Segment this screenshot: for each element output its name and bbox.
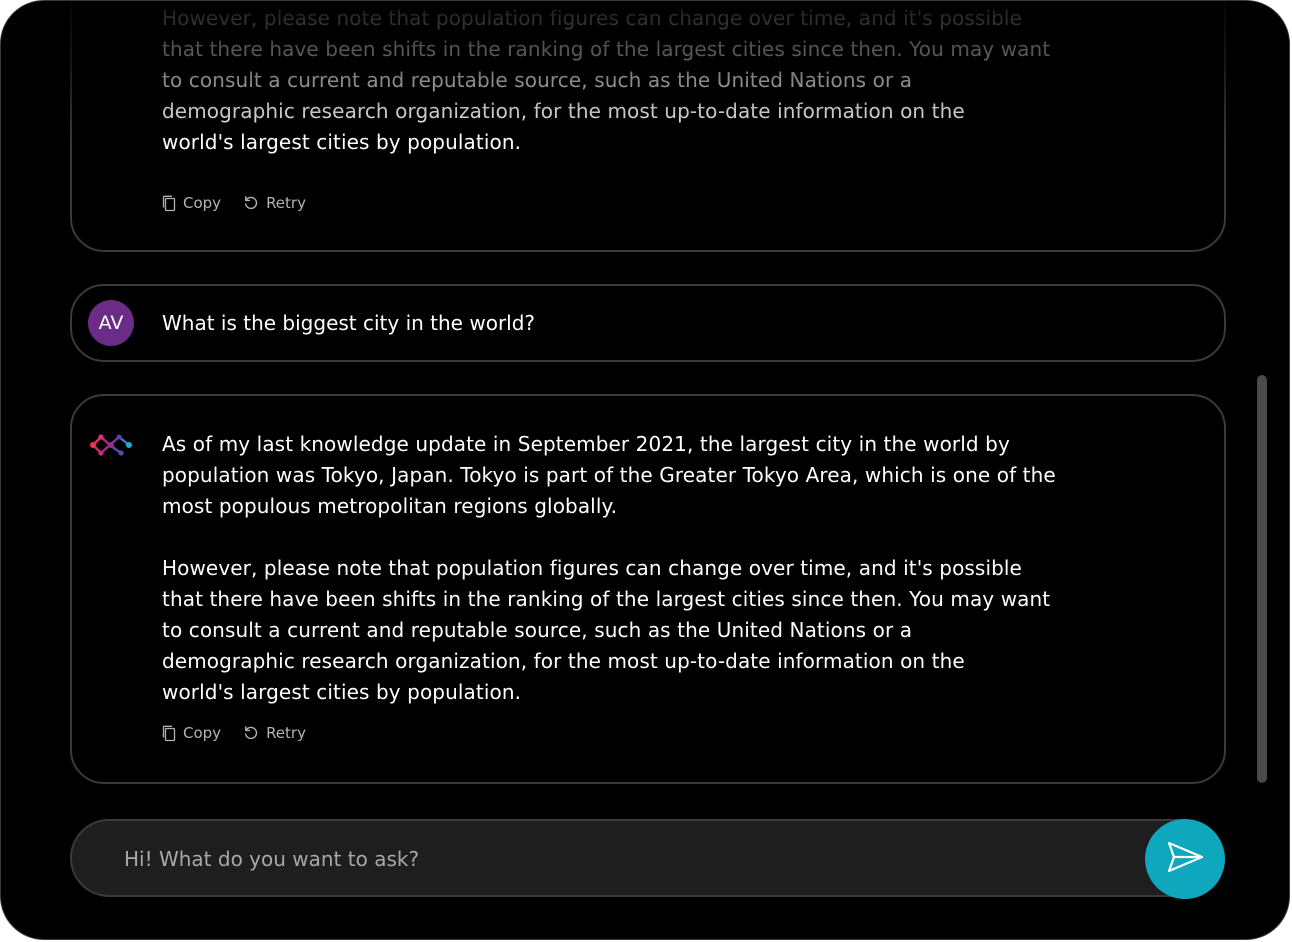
copy-button[interactable]: Copy [162, 194, 221, 212]
message-actions: Copy Retry [162, 724, 306, 742]
send-icon [1165, 840, 1205, 878]
copy-label: Copy [183, 724, 222, 742]
retry-icon [243, 195, 259, 211]
message-actions: Copy Retry [162, 194, 306, 212]
copy-button[interactable]: Copy [162, 724, 221, 742]
chat-history: However, please note that population fig… [1, 1, 1289, 801]
scrollbar-thumb[interactable] [1257, 375, 1267, 783]
app-window: However, please note that population fig… [0, 0, 1290, 940]
assistant-message-text: As of my last knowledge update in Septem… [162, 432, 1056, 704]
copy-icon [162, 195, 176, 212]
retry-icon [243, 725, 259, 741]
send-button[interactable] [1145, 819, 1225, 899]
assistant-message-previous: However, please note that population fig… [70, 1, 1226, 252]
retry-button[interactable]: Retry [243, 194, 306, 212]
message-composer [70, 819, 1220, 897]
retry-button[interactable]: Retry [243, 724, 306, 742]
retry-label: Retry [266, 194, 306, 212]
retry-label: Retry [266, 724, 306, 742]
user-message-text: What is the biggest city in the world? [162, 311, 536, 335]
bot-logo-icon [88, 432, 134, 462]
assistant-message-text: However, please note that population fig… [162, 6, 1051, 154]
avatar: AV [88, 300, 134, 346]
user-message: AV What is the biggest city in the world… [70, 284, 1226, 362]
copy-label: Copy [183, 194, 222, 212]
message-input[interactable] [122, 839, 1126, 879]
copy-icon [162, 725, 176, 742]
assistant-message: As of my last knowledge update in Septem… [70, 394, 1226, 784]
